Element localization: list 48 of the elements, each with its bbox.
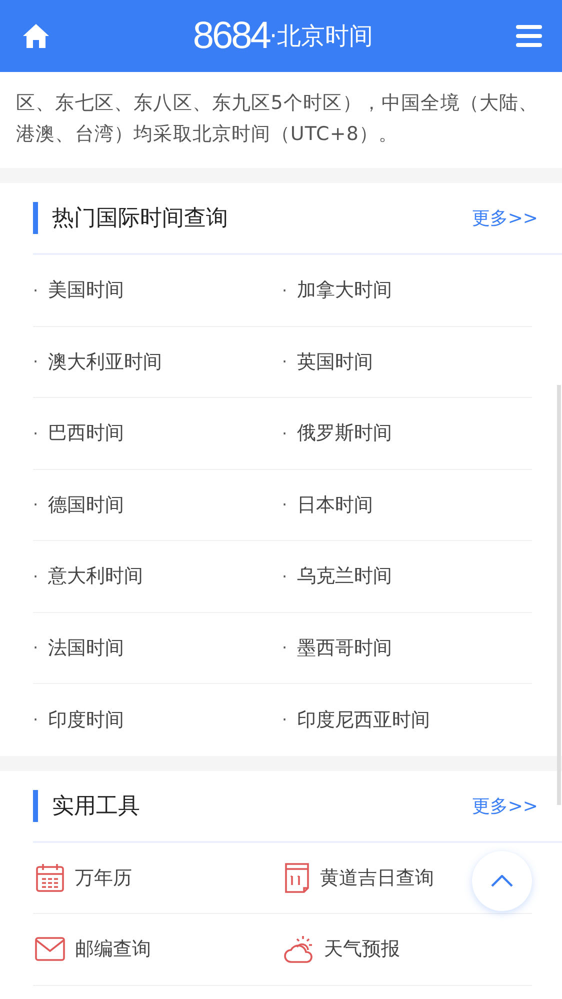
bullet: ·: [33, 352, 38, 372]
bullet: ·: [282, 638, 288, 658]
calendar-page-icon: [284, 862, 310, 894]
more-link[interactable]: 更多>>: [472, 206, 538, 230]
mail-icon: [35, 937, 65, 962]
country-time-link[interactable]: 印度时间: [48, 706, 124, 733]
bullet: ·: [282, 566, 288, 586]
calendar-icon: [35, 862, 65, 893]
home-icon[interactable]: [22, 23, 50, 49]
country-time-link[interactable]: 日本时间: [297, 492, 374, 518]
country-time-link[interactable]: 俄罗斯时间: [297, 420, 392, 446]
bullet: ·: [33, 280, 38, 300]
title-accent-bar: [33, 790, 38, 822]
bullet: ·: [282, 352, 288, 372]
title-accent-bar: [33, 202, 38, 234]
tool-link[interactable]: 万年历: [75, 864, 132, 891]
country-time-link[interactable]: 乌克兰时间: [297, 563, 392, 590]
bullet: ·: [33, 710, 38, 730]
country-time-link[interactable]: 法国时间: [48, 634, 124, 661]
tool-link[interactable]: 黄道吉日查询: [320, 864, 434, 891]
chevron-up-icon: [491, 875, 513, 887]
intro-paragraph: 区、东七区、东八区、东九区5个时区），中国全境（大陆、港澳、台湾）均采取北京时间（UTC+8）。: [15, 91, 540, 147]
bullet: ·: [282, 710, 288, 730]
country-time-link[interactable]: 意大利时间: [48, 563, 144, 590]
bullet: ·: [33, 424, 38, 443]
country-time-link[interactable]: 澳大利亚时间: [48, 348, 162, 375]
logo-number: 8684: [192, 14, 270, 58]
logo-text: ·北京时间: [269, 22, 374, 52]
menu-icon[interactable]: [516, 25, 542, 47]
country-time-link[interactable]: 英国时间: [297, 348, 374, 375]
bullet: ·: [33, 566, 38, 586]
bullet: ·: [33, 495, 38, 514]
country-time-link[interactable]: 德国时间: [48, 492, 124, 518]
section-title: 实用工具: [52, 792, 141, 820]
tool-link[interactable]: 天气预报: [324, 936, 400, 962]
country-time-link[interactable]: 印度尼西亚时间: [297, 706, 430, 733]
tool-link[interactable]: 邮编查询: [75, 936, 151, 962]
country-time-link[interactable]: 墨西哥时间: [297, 634, 392, 661]
country-time-link[interactable]: 加拿大时间: [297, 277, 392, 304]
bullet: ·: [282, 495, 288, 514]
country-time-link[interactable]: 巴西时间: [48, 420, 124, 446]
bullet: ·: [282, 280, 288, 300]
bullet: ·: [33, 638, 38, 658]
section-title: 热门国际时间查询: [52, 205, 229, 233]
more-link[interactable]: 更多>>: [472, 794, 538, 818]
country-time-link[interactable]: 美国时间: [48, 277, 124, 304]
bullet: ·: [282, 424, 288, 443]
weather-icon: [284, 935, 314, 964]
